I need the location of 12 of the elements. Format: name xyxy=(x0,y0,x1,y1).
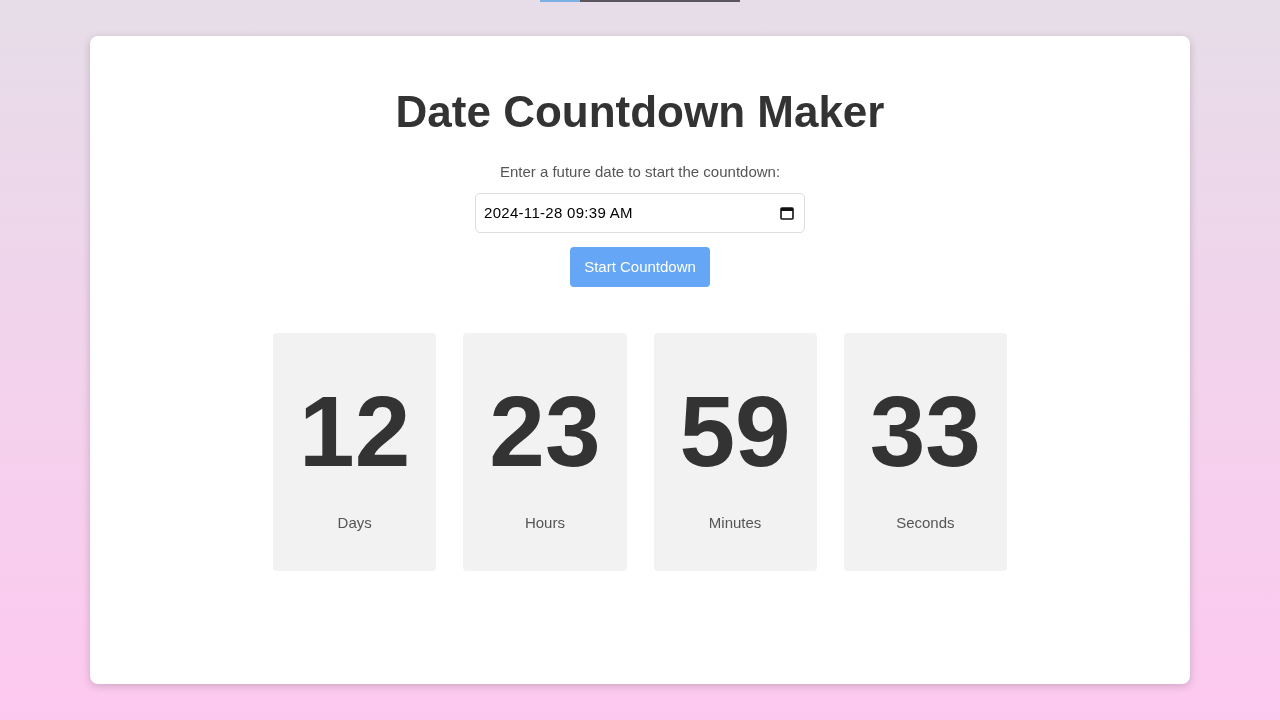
calendar-icon[interactable] xyxy=(780,205,794,220)
countdown-unit: Minutes xyxy=(708,512,762,533)
countdown-unit: Seconds xyxy=(896,512,955,533)
date-prompt: Enter a future date to start the countdown: xyxy=(499,161,781,182)
date-time-field[interactable]: 2024-11-28 09:39 AM xyxy=(475,192,805,233)
countdown-unit: Days xyxy=(337,512,372,533)
countdown-unit: Hours xyxy=(524,512,565,533)
countdown-number: 33 xyxy=(869,380,981,481)
countdown-number: 59 xyxy=(679,380,791,481)
countdown-number: 12 xyxy=(299,380,411,481)
countdown-number: 23 xyxy=(489,380,601,481)
page-title: Date Countdown Maker xyxy=(395,86,885,138)
